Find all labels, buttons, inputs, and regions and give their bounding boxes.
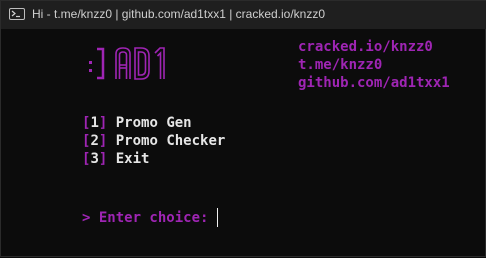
link-cracked: cracked.io/knzz0 [298, 39, 433, 55]
input-prompt[interactable]: > Enter choice: [82, 208, 219, 227]
menu-number: 1 [90, 115, 99, 131]
menu: [1] Promo Gen [2] Promo Checker [3] Exit [82, 114, 225, 168]
menu-number: 3 [90, 151, 99, 167]
title-bar[interactable]: Hi - t.me/knzz0 | github.com/ad1txx1 | c… [1, 1, 486, 29]
window-title: Hi - t.me/knzz0 | github.com/ad1txx1 | c… [32, 6, 326, 21]
link-telegram: t.me/knzz0 [298, 57, 383, 73]
terminal-content[interactable]: cracked.io/knzz0 t.me/knzz0 github.com/a… [1, 29, 486, 258]
links-block: cracked.io/knzz0 t.me/knzz0 github.com/a… [298, 38, 450, 92]
terminal-window: Hi - t.me/knzz0 | github.com/ad1txx1 | c… [0, 0, 486, 257]
link-github: github.com/ad1txx1 [298, 75, 450, 91]
menu-item-promo-gen: [1] Promo Gen [82, 114, 225, 132]
menu-item-exit: [3] Exit [82, 150, 225, 168]
ascii-logo [85, 44, 181, 88]
menu-number: 2 [90, 133, 99, 149]
menu-label: Promo Checker [107, 133, 226, 149]
logo-art [89, 47, 165, 80]
menu-item-promo-checker: [2] Promo Checker [82, 132, 225, 150]
terminal-icon [9, 8, 25, 20]
menu-label: Exit [107, 151, 150, 167]
menu-label: Promo Gen [107, 115, 192, 131]
prompt-text: > Enter choice: [82, 209, 209, 226]
text-cursor[interactable] [217, 208, 219, 227]
